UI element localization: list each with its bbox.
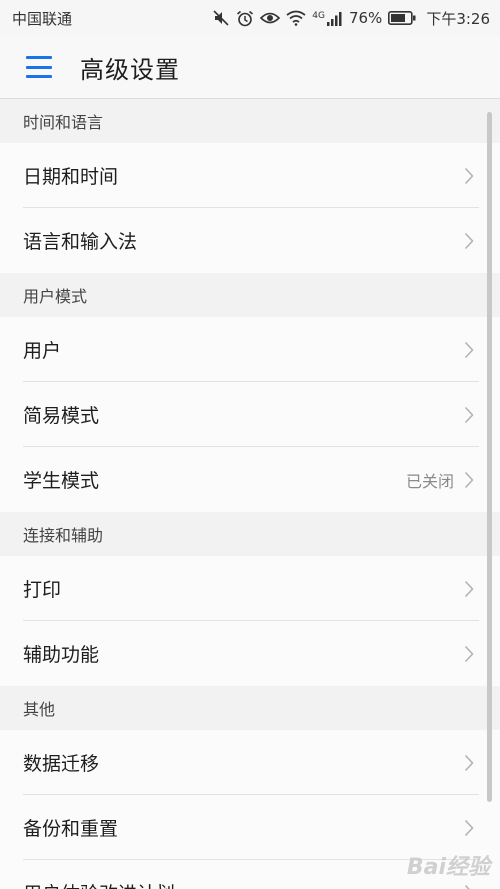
chevron-right-icon [464, 167, 474, 184]
phone-screen: 中国联通 4G 76% 下午3:26 高级设置 时间和语言 日期和时间 语言和输… [0, 0, 500, 889]
chevron-right-icon [464, 471, 474, 488]
carrier-name: 中国联通 [12, 9, 73, 28]
scrollbar[interactable] [487, 112, 492, 802]
settings-item-simple-mode[interactable]: 简易模式 [0, 382, 500, 447]
settings-item-label: 语言和输入法 [23, 231, 138, 253]
wifi-icon [286, 10, 306, 26]
settings-item-status: 已关闭 [405, 471, 454, 491]
hamburger-menu-icon[interactable] [26, 56, 52, 78]
settings-item-accessibility[interactable]: 辅助功能 [0, 621, 500, 686]
section-header-connection-assist: 连接和辅助 [0, 512, 500, 556]
settings-item-language-input[interactable]: 语言和输入法 [0, 208, 500, 273]
page-title: 高级设置 [80, 55, 180, 84]
settings-item-student-mode[interactable]: 学生模式 已关闭 [0, 447, 500, 512]
section-header-other: 其他 [0, 686, 500, 730]
settings-item-label: 学生模式 [23, 470, 100, 492]
settings-item-data-migration[interactable]: 数据迁移 [0, 730, 500, 795]
chevron-right-icon [464, 406, 474, 423]
clock-time: 下午3:26 [426, 9, 490, 28]
settings-item-users[interactable]: 用户 [0, 317, 500, 382]
network-type: 4G [312, 10, 325, 21]
chevron-right-icon [464, 819, 474, 836]
settings-item-print[interactable]: 打印 [0, 556, 500, 621]
settings-item-label: 简易模式 [23, 405, 100, 427]
watermark-logo: Bai经验 [406, 855, 490, 880]
mute-icon [213, 10, 229, 26]
chevron-right-icon [464, 232, 474, 249]
section-header-user-mode: 用户模式 [0, 273, 500, 317]
battery-percent: 76% [348, 9, 383, 27]
chevron-right-icon [464, 645, 474, 662]
eye-comfort-icon [260, 12, 281, 24]
section-header-time-language: 时间和语言 [0, 99, 500, 143]
chevron-right-icon [464, 580, 474, 597]
settings-item-label: 用户 [23, 340, 62, 362]
chevron-right-icon [464, 341, 474, 358]
settings-item-label: 数据迁移 [23, 753, 100, 775]
settings-item-label: 日期和时间 [23, 166, 119, 188]
status-bar: 中国联通 4G 76% 下午3:26 [0, 0, 500, 36]
settings-item-label: 打印 [23, 579, 62, 601]
chevron-right-icon [464, 754, 474, 771]
settings-item-date-time[interactable]: 日期和时间 [0, 143, 500, 208]
signal-icon [326, 11, 342, 26]
app-bar: 高级设置 [0, 36, 500, 99]
alarm-icon [237, 10, 254, 26]
settings-list: 时间和语言 日期和时间 语言和输入法 用户模式 用户 简易模式 学生模式 已关闭… [0, 99, 500, 889]
chevron-right-icon [464, 884, 471, 889]
battery-icon [388, 11, 416, 25]
settings-item-label: 备份和重置 [23, 818, 119, 840]
settings-item-label: 辅助功能 [23, 644, 100, 666]
status-icons: 4G 76% 下午3:26 [212, 8, 490, 29]
settings-item-label: 用户体验改进计划 [23, 879, 464, 889]
